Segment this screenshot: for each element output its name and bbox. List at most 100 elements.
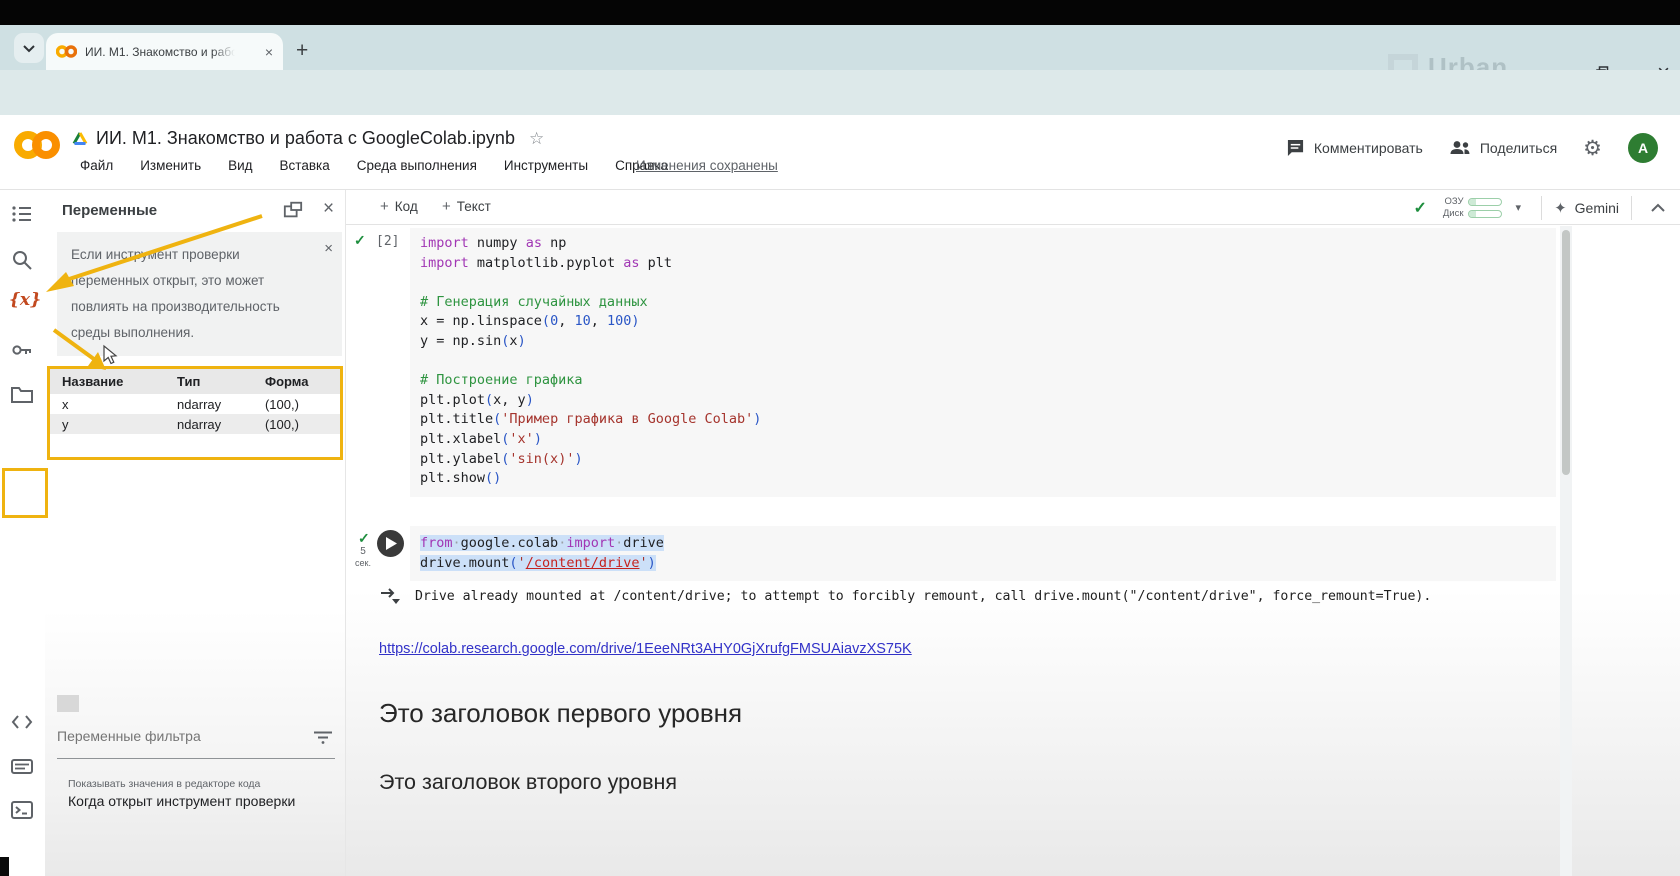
gemini-button[interactable]: ✦ Gemini: [1554, 199, 1619, 217]
filter-icon[interactable]: [314, 731, 332, 744]
terminal-icon[interactable]: [10, 798, 34, 822]
open-in-window-icon[interactable]: [283, 200, 303, 220]
selection-highlight: from·google.colab·import·drive: [420, 535, 664, 551]
secrets-key-icon[interactable]: [10, 338, 34, 362]
table-cell: ndarray: [165, 414, 253, 434]
markdown-heading2: Это заголовок второго уровня: [379, 770, 677, 795]
menu-item[interactable]: Вставка: [280, 158, 330, 173]
scrollbar-thumb[interactable]: [1562, 230, 1570, 475]
code-line: plt.show(): [420, 469, 1546, 489]
settings-gear-icon[interactable]: ⚙: [1583, 136, 1602, 161]
colab-avatar[interactable]: A: [1628, 133, 1658, 163]
tab-search-button[interactable]: [14, 33, 44, 63]
add-text-label: Текст: [457, 199, 491, 214]
code-line: # Генерация случайных данных: [420, 293, 1546, 313]
table-cell: (100,): [253, 394, 340, 414]
performance-info-box: Если инструмент проверки переменных откр…: [57, 232, 342, 356]
add-code-label: Код: [395, 199, 418, 214]
add-code-button[interactable]: + Код: [380, 198, 418, 215]
notebook-title[interactable]: ИИ. М1. Знакомство и работа с GoogleCola…: [96, 128, 515, 149]
selection-highlight: drive.mount('/content/drive'): [420, 555, 656, 571]
notebook-scrollbar[interactable]: [1560, 226, 1572, 876]
filter-input[interactable]: Переменные фильтра: [57, 728, 201, 744]
show-values-dropdown[interactable]: Когда открыт инструмент проверки: [68, 793, 320, 809]
variables-table-body: xndarray(100,)yndarray(100,): [50, 394, 340, 434]
tab-close-icon[interactable]: ×: [265, 45, 273, 59]
code-line: y = np.sin(x): [420, 332, 1546, 352]
plus-icon: +: [380, 198, 389, 215]
dismiss-info-icon[interactable]: ×: [324, 240, 333, 257]
menu-item[interactable]: Среда выполнения: [357, 158, 477, 173]
output-text: Drive already mounted at /content/drive;…: [415, 588, 1431, 604]
code-line: x = np.linspace(0, 10, 100): [420, 312, 1546, 332]
menu-item[interactable]: Вид: [228, 158, 252, 173]
search-icon[interactable]: [10, 248, 34, 272]
table-row[interactable]: xndarray(100,): [50, 394, 340, 414]
share-button[interactable]: Поделиться: [1449, 140, 1557, 156]
table-cell: (100,): [253, 414, 340, 434]
menu-item[interactable]: Файл: [80, 158, 113, 173]
table-row[interactable]: yndarray(100,): [50, 414, 340, 434]
close-panel-icon[interactable]: ×: [323, 198, 334, 220]
comment-label: Комментировать: [1314, 140, 1423, 156]
people-icon: [1449, 140, 1471, 156]
scroll-handle[interactable]: [57, 695, 79, 712]
disk-label: Диск: [1443, 208, 1464, 219]
add-text-button[interactable]: + Текст: [442, 198, 491, 215]
letterbox-bar: [0, 0, 1680, 25]
code-line: # Построение графика: [420, 371, 1546, 391]
variable-inspector-icon[interactable]: {x}: [9, 290, 41, 310]
collapse-header-icon[interactable]: [1650, 203, 1666, 213]
ram-meter: [1468, 198, 1502, 206]
star-notebook-icon[interactable]: ☆: [529, 129, 544, 149]
notebook-toolbar: + Код + Текст ✓ ОЗУ Диск ▾ ✦ Gemini: [346, 190, 1680, 225]
table-header-cell: Форма: [253, 369, 340, 394]
connected-check-icon: ✓: [1413, 198, 1426, 218]
cell2-runtime-value: 5: [351, 546, 375, 557]
code-line: import matplotlib.pyplot as plt: [420, 254, 1546, 274]
markdown-link[interactable]: https://colab.research.google.com/drive/…: [379, 641, 912, 657]
variables-table: НазваниеТипФорма xndarray(100,)yndarray(…: [47, 366, 343, 460]
code-line: plt.ylabel('sin(x)'): [420, 450, 1546, 470]
table-cell: x: [50, 394, 165, 414]
cell1-code[interactable]: import numpy as npimport matplotlib.pypl…: [410, 228, 1556, 497]
cell2-runtime-unit: сек.: [351, 558, 375, 568]
table-of-contents-icon[interactable]: [10, 202, 34, 226]
markdown-heading1: Это заголовок первого уровня: [379, 698, 742, 729]
disk-meter: [1468, 210, 1502, 218]
code-snippets-icon[interactable]: [10, 710, 34, 734]
code-line: plt.plot(x, y): [420, 391, 1546, 411]
menu-item[interactable]: Инструменты: [504, 158, 588, 173]
table-header-cell: Тип: [165, 369, 253, 394]
code-line: import numpy as np: [420, 234, 1546, 254]
resources-meter[interactable]: ОЗУ Диск: [1443, 196, 1502, 219]
run-cell-button[interactable]: [377, 530, 404, 557]
cell2-code[interactable]: from·google.colab·import·drive drive.moun…: [410, 526, 1556, 581]
files-folder-icon[interactable]: [10, 382, 34, 406]
tab-title: ИИ. М1. Знакомство и работа: [85, 45, 235, 59]
gemini-label: Gemini: [1575, 200, 1619, 216]
saved-status-link[interactable]: Изменения сохранены: [636, 158, 778, 173]
notebook-area: + Код + Текст ✓ ОЗУ Диск ▾ ✦ Gemini: [346, 190, 1680, 876]
ram-label: ОЗУ: [1444, 196, 1463, 207]
code-line: plt.title('Пример графика в Google Colab…: [420, 410, 1546, 430]
output-icon[interactable]: [379, 588, 401, 605]
menu-item[interactable]: Изменить: [140, 158, 201, 173]
plus-icon: +: [442, 198, 451, 215]
code-line: [420, 273, 1546, 293]
browser-tab-active[interactable]: ИИ. М1. Знакомство и работа ×: [46, 33, 283, 70]
table-cell: y: [50, 414, 165, 434]
left-rail: {x}: [0, 190, 45, 876]
new-tab-button[interactable]: +: [296, 39, 308, 63]
table-header-cell: Название: [50, 369, 165, 394]
info-text: Если инструмент проверки переменных откр…: [71, 242, 311, 346]
variables-table-header: НазваниеТипФорма: [50, 369, 340, 394]
code-line: drive.mount('/content/drive'): [420, 554, 1546, 574]
cell1-exec-count[interactable]: [2]: [376, 234, 399, 249]
cell2-success-check-icon: ✓: [358, 530, 370, 547]
browser-toolbar: ← → ↻ colab.research.google.com/drive/1Z…: [0, 70, 1680, 115]
resources-caret-icon[interactable]: ▾: [1516, 201, 1522, 214]
comment-button[interactable]: Комментировать: [1286, 139, 1423, 157]
colab-logo-icon: [56, 44, 77, 59]
command-palette-icon[interactable]: [10, 754, 34, 778]
